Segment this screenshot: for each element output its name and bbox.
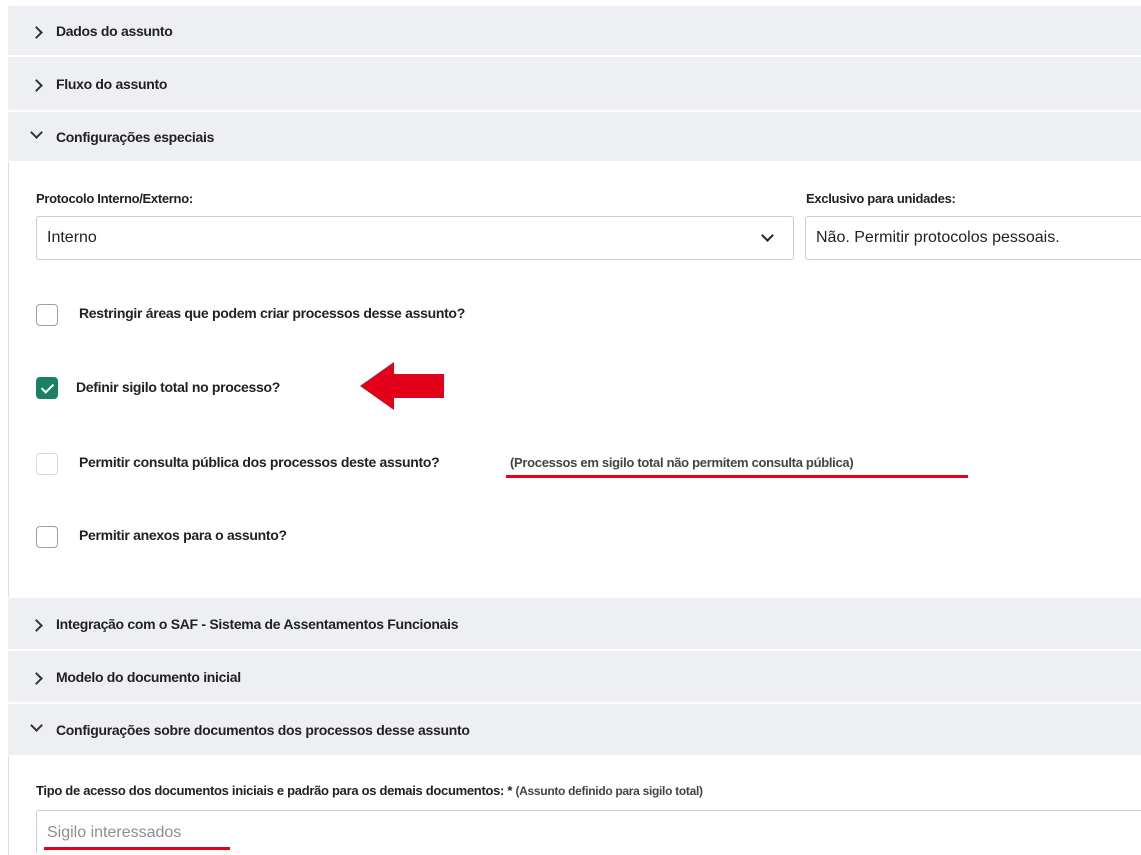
- accordion-configuracoes-documentos[interactable]: Configurações sobre documentos dos proce…: [8, 704, 1141, 756]
- consulta-publica-checkbox[interactable]: [36, 453, 58, 475]
- accordion-title: Dados do assunto: [56, 23, 173, 39]
- chevron-down-icon: [30, 719, 43, 732]
- documentos-panel: Tipo de acesso dos documentos iniciais e…: [8, 756, 1141, 855]
- sigilo-total-label: Definir sigilo total no processo?: [76, 379, 281, 395]
- tipo-acesso-label-text: Tipo de acesso dos documentos iniciais e…: [36, 783, 505, 798]
- accordion-title: Fluxo do assunto: [56, 76, 168, 92]
- permitir-anexos-checkbox[interactable]: [36, 526, 58, 548]
- protocolo-label: Protocolo Interno/Externo:: [36, 191, 193, 206]
- tipo-acesso-value: Sigilo interessados: [47, 824, 182, 841]
- accordion-integracao-saf[interactable]: Integração com o SAF - Sistema de Assent…: [8, 598, 1141, 650]
- accordion-configuracoes-especiais[interactable]: Configurações especiais: [8, 112, 1141, 162]
- consulta-publica-label: Permitir consulta pública dos processos …: [79, 454, 440, 470]
- restringir-areas-checkbox[interactable]: [36, 304, 58, 326]
- annotation-arrow-icon: [360, 362, 444, 410]
- permitir-anexos-label: Permitir anexos para o assunto?: [79, 527, 287, 543]
- chevron-right-icon: [30, 672, 43, 685]
- configuracoes-especiais-panel: Protocolo Interno/Externo: Interno Exclu…: [8, 162, 1141, 597]
- accordion-title: Configurações sobre documentos dos proce…: [56, 722, 470, 738]
- accordion-title: Integração com o SAF - Sistema de Assent…: [56, 616, 459, 632]
- tipo-acesso-label: Tipo de acesso dos documentos iniciais e…: [36, 783, 703, 798]
- accordion-dados-do-assunto[interactable]: Dados do assunto: [8, 6, 1141, 56]
- consulta-publica-note: (Processos em sigilo total não permitem …: [510, 455, 854, 470]
- chevron-right-icon: [30, 619, 43, 632]
- annotation-underline-sigilo: [44, 847, 230, 850]
- chevron-right-icon: [30, 26, 43, 39]
- required-mark: *: [507, 783, 513, 798]
- exclusivo-select[interactable]: Não. Permitir protocolos pessoais.: [805, 216, 1141, 260]
- tipo-acesso-note: (Assunto definido para sigilo total): [515, 784, 703, 798]
- chevron-down-icon: [761, 229, 774, 242]
- protocolo-value: Interno: [47, 229, 97, 246]
- annotation-underline: [506, 475, 968, 478]
- sigilo-total-checkbox[interactable]: [36, 377, 58, 399]
- accordion-title: Modelo do documento inicial: [56, 669, 241, 685]
- accordion-fluxo-do-assunto[interactable]: Fluxo do assunto: [8, 57, 1141, 111]
- accordion-modelo-documento[interactable]: Modelo do documento inicial: [8, 651, 1141, 703]
- exclusivo-label: Exclusivo para unidades:: [806, 191, 956, 206]
- exclusivo-value: Não. Permitir protocolos pessoais.: [816, 229, 1060, 246]
- chevron-down-icon: [30, 126, 43, 139]
- chevron-right-icon: [30, 79, 43, 92]
- restringir-areas-label: Restringir áreas que podem criar process…: [79, 305, 465, 321]
- accordion-title: Configurações especiais: [56, 129, 215, 145]
- protocolo-select[interactable]: Interno: [36, 216, 794, 260]
